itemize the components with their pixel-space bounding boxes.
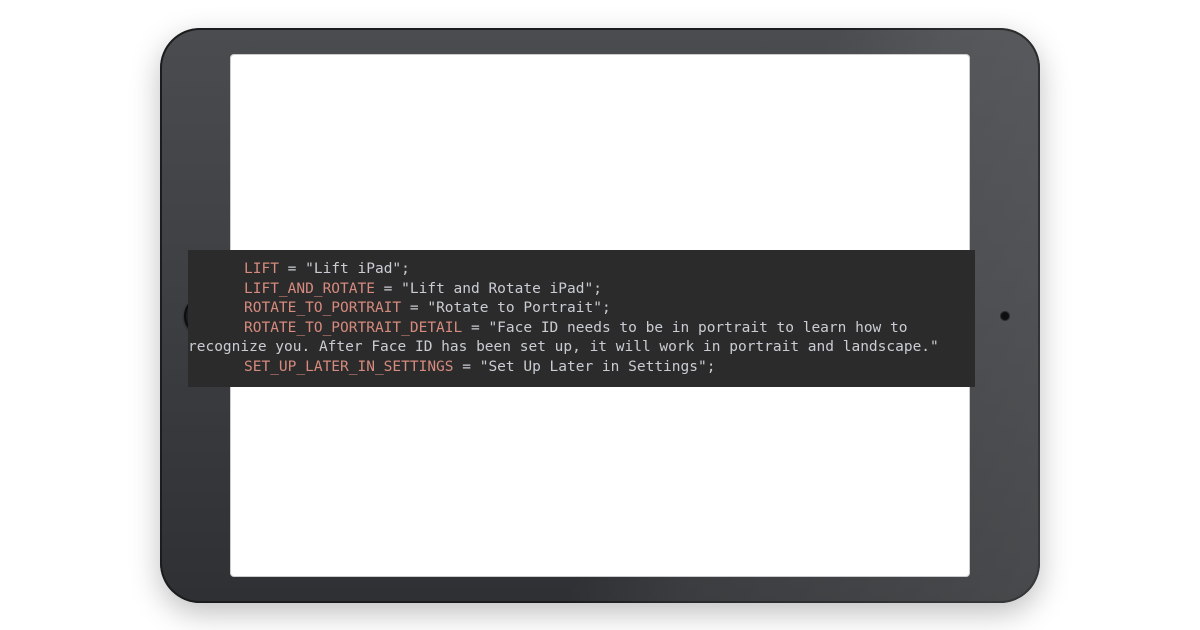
code-value: "Face ID needs to be in portrait to lear…: [488, 320, 907, 336]
code-value: recognize you. After Face ID has been se…: [188, 339, 939, 355]
code-key: SET_UP_LATER_IN_SETTINGS: [244, 359, 454, 375]
code-key: LIFT: [244, 261, 279, 277]
equals-op: =: [279, 261, 305, 277]
code-line-2: LIFT_AND_ROTATE = "Lift and Rotate iPad"…: [188, 280, 975, 300]
code-value: "Rotate to Portrait";: [427, 300, 610, 316]
code-value: "Lift and Rotate iPad";: [401, 281, 602, 297]
code-line-3: ROTATE_TO_PORTRAIT = "Rotate to Portrait…: [188, 299, 975, 319]
camera-icon: [1000, 311, 1010, 321]
code-key: ROTATE_TO_PORTRAIT_DETAIL: [244, 320, 462, 336]
stage: LIFT = "Lift iPad"; LIFT_AND_ROTATE = "L…: [0, 0, 1200, 630]
equals-op: =: [454, 359, 480, 375]
code-snippet: LIFT = "Lift iPad"; LIFT_AND_ROTATE = "L…: [188, 250, 975, 387]
code-line-1: LIFT = "Lift iPad";: [188, 260, 975, 280]
equals-op: =: [375, 281, 401, 297]
code-line-4b: recognize you. After Face ID has been se…: [188, 338, 975, 358]
code-value: "Set Up Later in Settings";: [480, 359, 716, 375]
code-line-5: SET_UP_LATER_IN_SETTINGS = "Set Up Later…: [188, 358, 975, 378]
code-line-4a: ROTATE_TO_PORTRAIT_DETAIL = "Face ID nee…: [188, 319, 975, 339]
equals-op: =: [401, 300, 427, 316]
code-value: "Lift iPad";: [305, 261, 410, 277]
code-key: ROTATE_TO_PORTRAIT: [244, 300, 401, 316]
code-key: LIFT_AND_ROTATE: [244, 281, 375, 297]
equals-op: =: [462, 320, 488, 336]
